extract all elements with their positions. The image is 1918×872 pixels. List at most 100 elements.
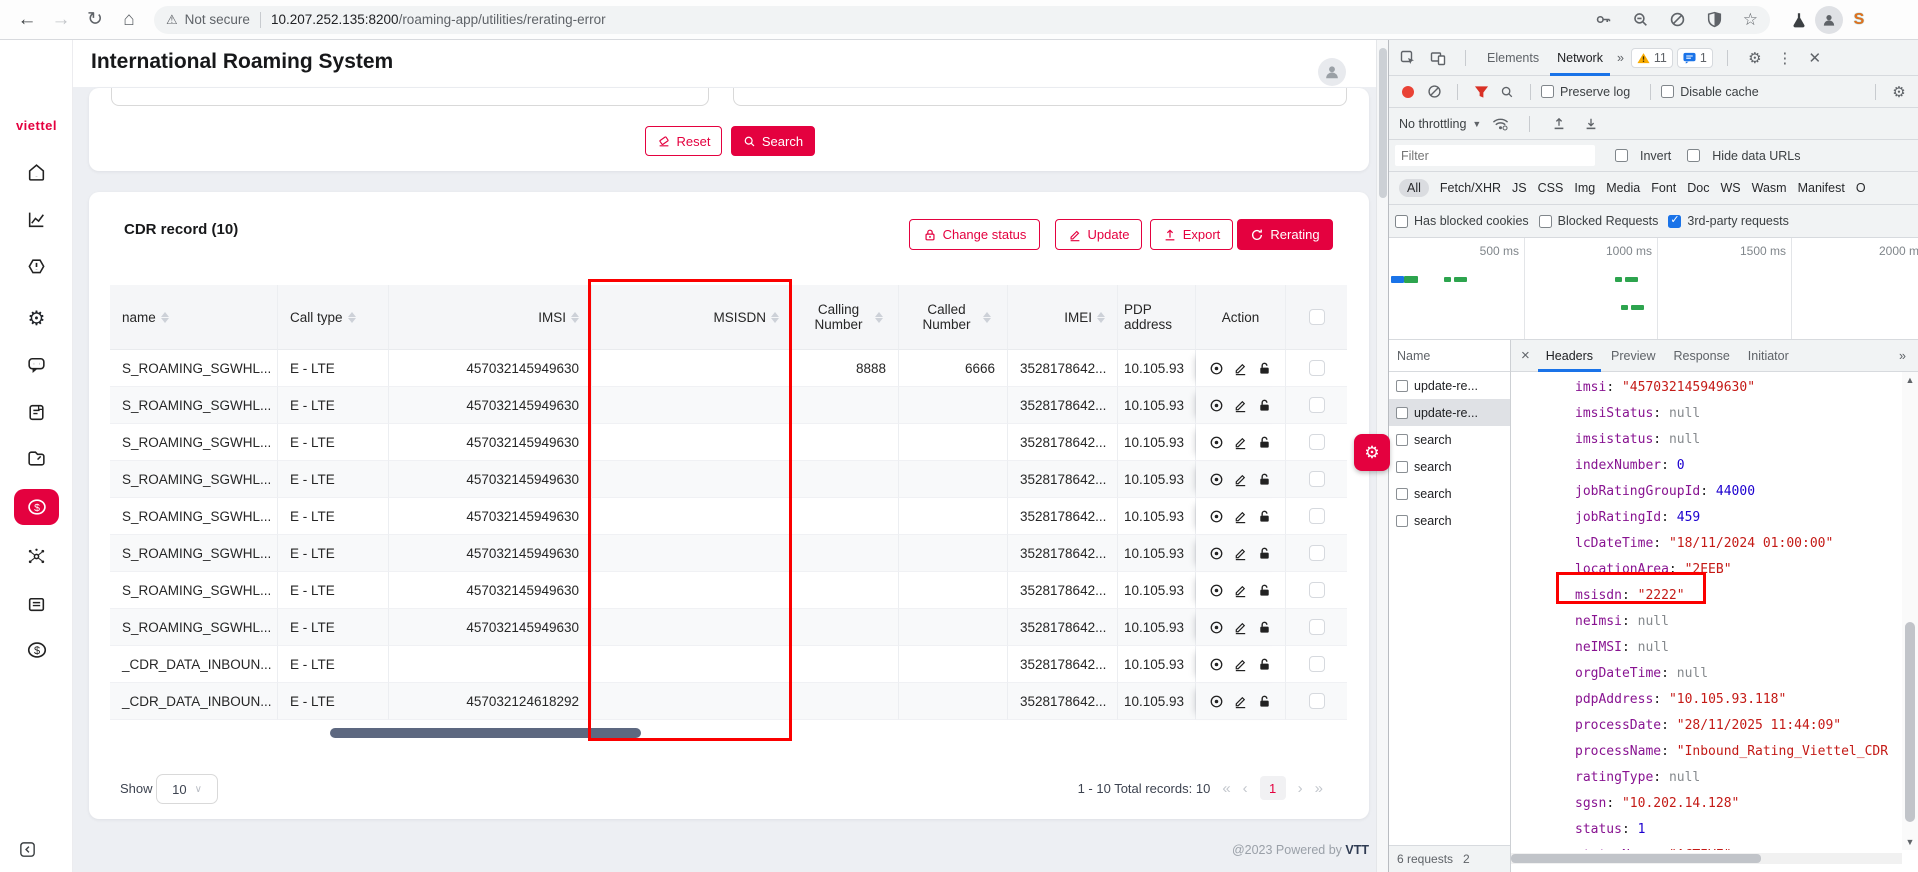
request-checkbox[interactable] [1396,488,1408,500]
scrollbar-thumb[interactable] [1905,622,1915,822]
lock-icon[interactable] [1257,546,1272,561]
col-pdp-address[interactable]: PDP address [1118,285,1196,350]
edit-icon[interactable] [1233,620,1248,635]
table-horizontal-scrollbar[interactable] [330,728,641,738]
detail-horizontal-scrollbar[interactable] [1511,853,1902,864]
blocked-requests-checkbox[interactable] [1539,215,1552,228]
tab-preview[interactable]: Preview [1603,340,1663,372]
close-detail-icon[interactable]: × [1515,340,1536,372]
sidebar-item-home[interactable] [14,154,59,190]
network-search-icon[interactable] [1494,79,1520,105]
row-checkbox[interactable] [1309,360,1325,376]
sidebar-item-document[interactable] [14,394,59,430]
request-row[interactable]: search [1389,480,1510,507]
chip-media[interactable]: Media [1606,181,1640,195]
sidebar-item-network-hub[interactable] [14,538,59,574]
table-row[interactable]: S_ROAMING_SGWHL...E - LTE457032145949630… [110,424,1347,461]
blocked-icon[interactable] [1669,11,1686,28]
network-timeline[interactable]: 500 ms 1000 ms 1500 ms 2000 m [1389,238,1918,340]
tab-response[interactable]: Response [1665,340,1737,372]
shield-icon[interactable] [1706,11,1723,28]
tab-elements[interactable]: Elements [1480,40,1546,76]
request-checkbox[interactable] [1396,407,1408,419]
detail-vertical-scrollbar[interactable]: ▲ ▼ [1902,372,1918,850]
request-row[interactable]: search [1389,426,1510,453]
has-blocked-cookies-checkbox[interactable] [1395,215,1408,228]
view-icon[interactable] [1209,694,1224,709]
chip-other[interactable]: O [1856,181,1866,195]
clear-icon[interactable] [1421,79,1447,105]
kebab-menu-icon[interactable]: ⋮ [1772,45,1798,71]
request-row-selected[interactable]: update-re... [1389,399,1510,426]
row-checkbox[interactable] [1309,508,1325,524]
lock-icon[interactable] [1257,620,1272,635]
request-row[interactable]: search [1389,453,1510,480]
col-imsi[interactable]: IMSI [389,285,592,350]
col-msisdn[interactable]: MSISDN [592,285,792,350]
lock-icon[interactable] [1257,509,1272,524]
table-row[interactable]: S_ROAMING_SGWHL...E - LTE457032145949630… [110,387,1347,424]
lock-icon[interactable] [1257,435,1272,450]
network-filter-input[interactable] [1395,145,1595,166]
select-all-checkbox[interactable] [1309,309,1325,325]
edit-icon[interactable] [1233,398,1248,413]
view-icon[interactable] [1209,435,1224,450]
table-row[interactable]: S_ROAMING_SGWHL...E - LTE457032145949630… [110,350,1347,387]
view-icon[interactable] [1209,472,1224,487]
warnings-badge[interactable]: 11 [1631,48,1673,68]
invert-checkbox[interactable] [1615,149,1628,162]
request-row[interactable]: update-re... [1389,372,1510,399]
row-checkbox[interactable] [1309,656,1325,672]
s-extension-icon[interactable]: S [1844,5,1874,35]
address-bar[interactable]: ⚠ Not secure 10.207.252.135:8200 /roamin… [154,6,1770,34]
chip-wasm[interactable]: Wasm [1752,181,1787,195]
tab-network[interactable]: Network [1550,40,1610,76]
request-checkbox[interactable] [1396,515,1408,527]
row-checkbox[interactable] [1309,693,1325,709]
col-called-number[interactable]: Called Number [899,285,1008,350]
chip-manifest[interactable]: Manifest [1798,181,1845,195]
sidebar-item-alerts[interactable] [14,248,59,284]
edit-icon[interactable] [1233,509,1248,524]
row-checkbox[interactable] [1309,619,1325,635]
devtools-settings-icon[interactable]: ⚙ [1742,45,1768,71]
col-imei[interactable]: IMEI [1008,285,1118,350]
edit-icon[interactable] [1233,361,1248,376]
prev-page-button[interactable]: ‹ [1243,780,1248,797]
table-row[interactable]: S_ROAMING_SGWHL...E - LTE457032145949630… [110,609,1347,646]
request-row[interactable]: search [1389,507,1510,534]
sidebar-item-currency[interactable]: $ [14,632,59,668]
close-devtools-icon[interactable]: ✕ [1802,45,1828,71]
chip-ws[interactable]: WS [1720,181,1740,195]
third-party-requests-checkbox[interactable] [1668,215,1681,228]
star-icon[interactable]: ☆ [1743,10,1758,30]
throttling-select[interactable]: No throttling [1399,117,1466,131]
sidebar-item-folder[interactable] [14,440,59,476]
row-checkbox[interactable] [1309,582,1325,598]
last-page-button[interactable]: » [1315,780,1323,797]
lock-icon[interactable] [1257,361,1272,376]
first-page-button[interactable]: « [1222,780,1230,797]
sidebar-item-chat[interactable] [14,346,59,382]
table-row[interactable]: S_ROAMING_SGWHL...E - LTE457032145949630… [110,498,1347,535]
export-button[interactable]: Export [1150,219,1233,250]
col-name[interactable]: name [110,285,278,350]
edit-icon[interactable] [1233,694,1248,709]
chip-img[interactable]: Img [1574,181,1595,195]
filter-funnel-icon[interactable] [1468,79,1494,105]
tab-initiator[interactable]: Initiator [1740,340,1797,372]
update-button[interactable]: Update [1055,219,1142,250]
next-page-button[interactable]: › [1298,780,1303,797]
request-checkbox[interactable] [1396,380,1408,392]
chip-css[interactable]: CSS [1538,181,1564,195]
page-size-select[interactable]: 10 ∨ [156,774,218,804]
col-call-type[interactable]: Call type [278,285,389,350]
col-select-all[interactable] [1286,285,1347,350]
lock-icon[interactable] [1257,583,1272,598]
edit-icon[interactable] [1233,657,1248,672]
row-checkbox[interactable] [1309,397,1325,413]
table-row[interactable]: _CDR_DATA_INBOUN...E - LTE45703212461829… [110,683,1347,720]
back-icon[interactable]: ← [10,5,44,35]
view-icon[interactable] [1209,620,1224,635]
export-har-icon[interactable] [1578,111,1604,137]
